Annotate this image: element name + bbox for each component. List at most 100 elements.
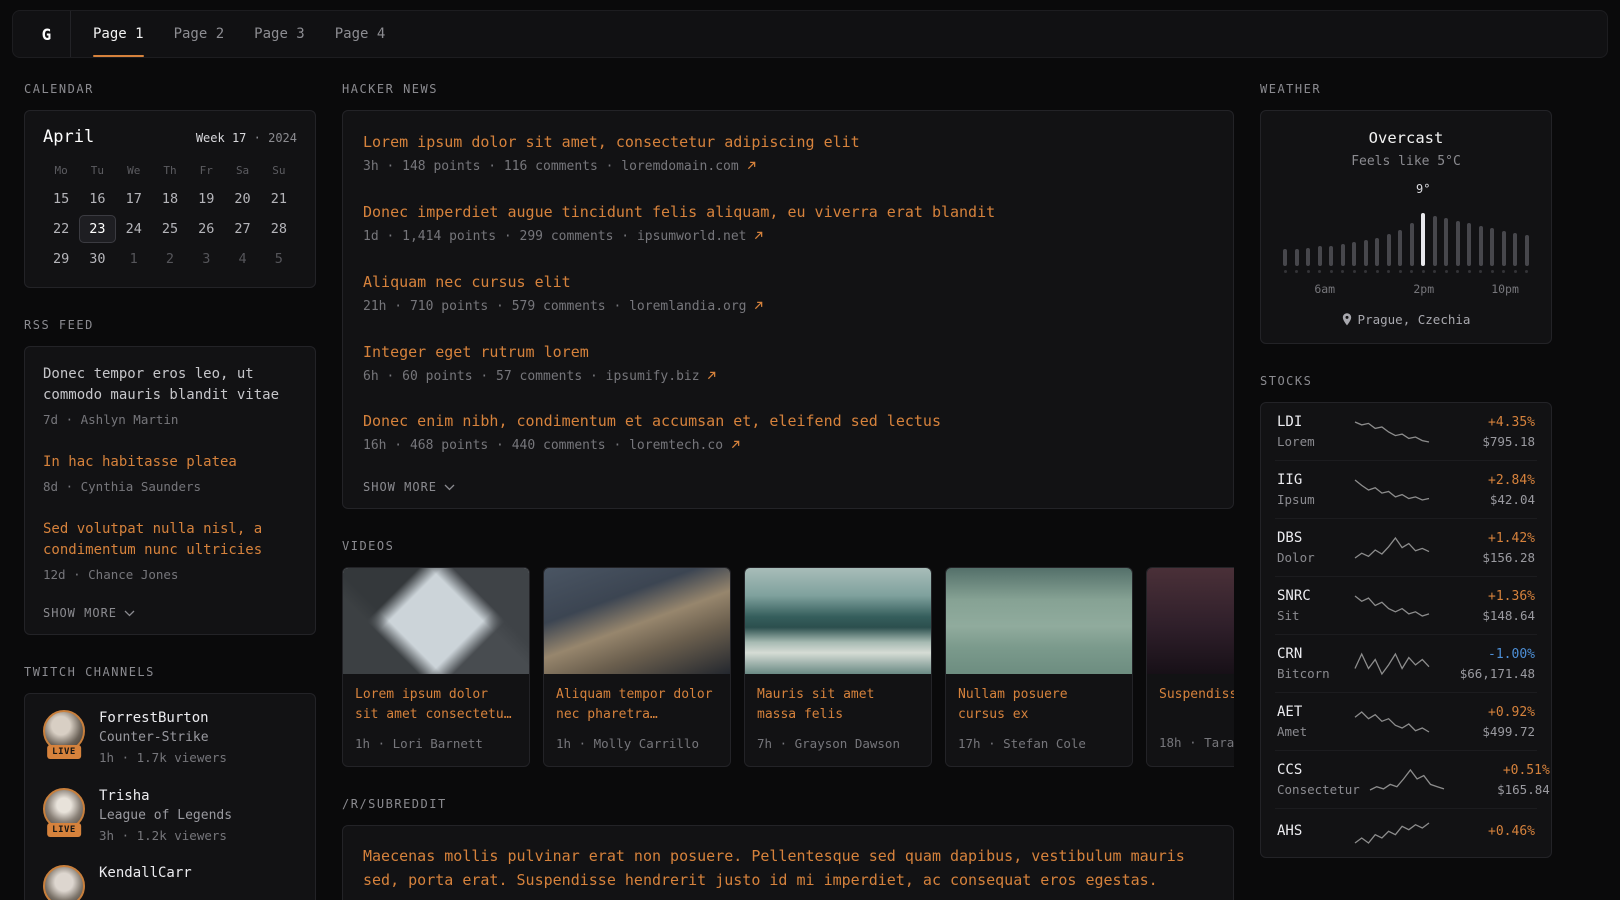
rss-item-title[interactable]: In hac habitasse platea [43,452,297,473]
bar [1352,242,1356,266]
stock-sparkline [1353,535,1433,561]
twitch-channel[interactable]: LIVETrishaLeague of Legends3h · 1.2k vie… [43,788,297,845]
calendar-day[interactable]: 25 [152,215,188,243]
video-title[interactable]: Suspendisse diam [1159,685,1234,725]
stock-row[interactable]: CCSConsectetur+0.51%$165.84 [1275,750,1537,808]
calendar-day[interactable]: 24 [116,215,152,243]
calendar-day[interactable]: 27 [224,215,260,243]
weather-hour-bar [1444,218,1448,273]
twitch-channel-name[interactable]: ForrestBurton [99,710,227,726]
chevron-down-icon [444,484,455,491]
calendar-day[interactable]: 15 [43,185,79,213]
bar [1433,216,1437,266]
hn-item-domain[interactable]: loremtech.co [629,438,740,453]
rss-item-title[interactable]: Donec tempor eros leo, ut commodo mauris… [43,364,297,406]
rss-show-more-button[interactable]: SHOW MORE [43,594,297,634]
rss-item-title[interactable]: Sed volutpat nulla nisl, a condimentum n… [43,519,297,561]
hn-item-stats: 21h · 710 points · 579 comments · [363,299,629,314]
video-title[interactable]: Nullam posuere cursus ex [958,685,1120,725]
calendar-day[interactable]: 4 [224,245,260,273]
video-title[interactable]: Lorem ipsum dolor sit amet consectetu… [355,685,517,725]
bar [1283,249,1287,266]
dashboard-columns: CALENDAR April Week 17 · 2024 MoTuWeThFr… [0,58,1620,900]
weather-hour-bar [1352,242,1356,273]
tab-page-1[interactable]: Page 1 [93,11,144,57]
hn-item-domain[interactable]: loremlandia.org [629,299,763,314]
hn-show-more-button[interactable]: SHOW MORE [363,468,1213,508]
stock-change: +1.36% [1441,589,1535,604]
hn-item-domain[interactable]: ipsumworld.net [637,229,763,244]
subreddit-post-title[interactable]: Maecenas mollis pulvinar erat non posuer… [363,844,1213,894]
calendar-day[interactable]: 17 [116,185,152,213]
external-link-icon [707,371,716,380]
video-card[interactable]: Mauris sit amet massa felis7h · Grayson … [744,567,932,766]
stock-row[interactable]: LDILorem+4.35%$795.18 [1275,403,1537,460]
calendar-day-selected[interactable]: 23 [79,215,115,243]
twitch-channel-name[interactable]: Trisha [99,788,232,804]
calendar-day[interactable]: 26 [188,215,224,243]
hn-item-domain[interactable]: ipsumify.biz [606,369,717,384]
calendar-day[interactable]: 29 [43,245,79,273]
calendar-day[interactable]: 22 [43,215,79,243]
video-thumbnail[interactable] [343,568,529,674]
tab-page-4[interactable]: Page 4 [335,11,386,57]
video-thumbnail[interactable] [1147,568,1234,674]
external-link-icon [754,231,763,240]
calendar-day[interactable]: 16 [79,185,115,213]
hn-item-title[interactable]: Donec enim nibh, condimentum et accumsan… [363,412,1213,430]
calendar-day[interactable]: 1 [116,245,152,273]
dot [1399,270,1402,273]
stock-row[interactable]: CRNBitcorn-1.00%$66,171.48 [1275,634,1537,692]
video-card[interactable]: Suspendisse diam18h · Tara [1146,567,1234,766]
calendar-section: CALENDAR April Week 17 · 2024 MoTuWeThFr… [24,82,316,288]
stock-row[interactable]: SNRCSit+1.36%$148.64 [1275,576,1537,634]
calendar-day[interactable]: 28 [261,215,297,243]
calendar-day[interactable]: 2 [152,245,188,273]
calendar-day[interactable]: 19 [188,185,224,213]
hn-item-title[interactable]: Aliquam nec cursus elit [363,273,1213,291]
hn-item-meta: 6h · 60 points · 57 comments · ipsumify.… [363,368,1213,387]
video-title[interactable]: Mauris sit amet massa felis [757,685,919,725]
video-thumbnail[interactable] [745,568,931,674]
bar [1398,230,1402,266]
video-card[interactable]: Nullam posuere cursus ex17h · Stefan Col… [945,567,1133,766]
tab-page-3[interactable]: Page 3 [254,11,305,57]
stock-row[interactable]: DBSDolor+1.42%$156.28 [1275,518,1537,576]
twitch-channel-name[interactable]: KendallCarr [99,865,192,881]
stock-row[interactable]: AHS+0.46% [1275,808,1537,857]
stock-id: AHS [1277,823,1345,843]
hn-item: Aliquam nec cursus elit 21h · 710 points … [363,259,1213,329]
video-card[interactable]: Lorem ipsum dolor sit amet consectetu… 1h… [342,567,530,766]
dot [1445,270,1448,273]
stock-row[interactable]: AETAmet+0.92%$499.72 [1275,692,1537,750]
video-title[interactable]: Aliquam tempor dolor nec pharetra… [556,685,718,725]
app-logo: G [23,11,71,57]
sparkline-svg [1353,651,1431,677]
calendar-day[interactable]: 30 [79,245,115,273]
stock-row[interactable]: IIGIpsum+2.84%$42.04 [1275,460,1537,518]
video-card[interactable]: Aliquam tempor dolor nec pharetra…1h · M… [543,567,731,766]
weather-feels-like: Feels like 5°C [1279,154,1533,169]
calendar-day[interactable]: 3 [188,245,224,273]
calendar-day[interactable]: 21 [261,185,297,213]
calendar-day[interactable]: 20 [224,185,260,213]
video-thumbnail[interactable] [946,568,1132,674]
hn-item-title[interactable]: Lorem ipsum dolor sit amet, consectetur … [363,133,1213,151]
hn-item-stats: 3h · 148 points · 116 comments · [363,159,621,174]
stock-id: LDILorem [1277,414,1345,449]
twitch-channel[interactable]: LIVEForrestBurtonCounter-Strike1h · 1.7k… [43,710,297,767]
stock-name: Ipsum [1277,492,1345,507]
tab-page-2[interactable]: Page 2 [174,11,225,57]
hn-item-title[interactable]: Donec imperdiet augue tincidunt felis al… [363,203,1213,221]
calendar-day[interactable]: 18 [152,185,188,213]
videos-section: VIDEOS Lorem ipsum dolor sit amet consec… [342,539,1234,766]
video-thumbnail[interactable] [544,568,730,674]
calendar-day[interactable]: 5 [261,245,297,273]
hn-item-title[interactable]: Integer eget rutrum lorem [363,343,1213,361]
dot [1353,270,1356,273]
show-more-label: SHOW MORE [43,606,117,620]
twitch-channel[interactable]: LIVEKendallCarr [43,865,297,900]
video-meta: 1h · Lori Barnett [355,735,517,753]
hn-item-domain[interactable]: loremdomain.com [621,159,755,174]
stock-sparkline [1353,477,1433,503]
